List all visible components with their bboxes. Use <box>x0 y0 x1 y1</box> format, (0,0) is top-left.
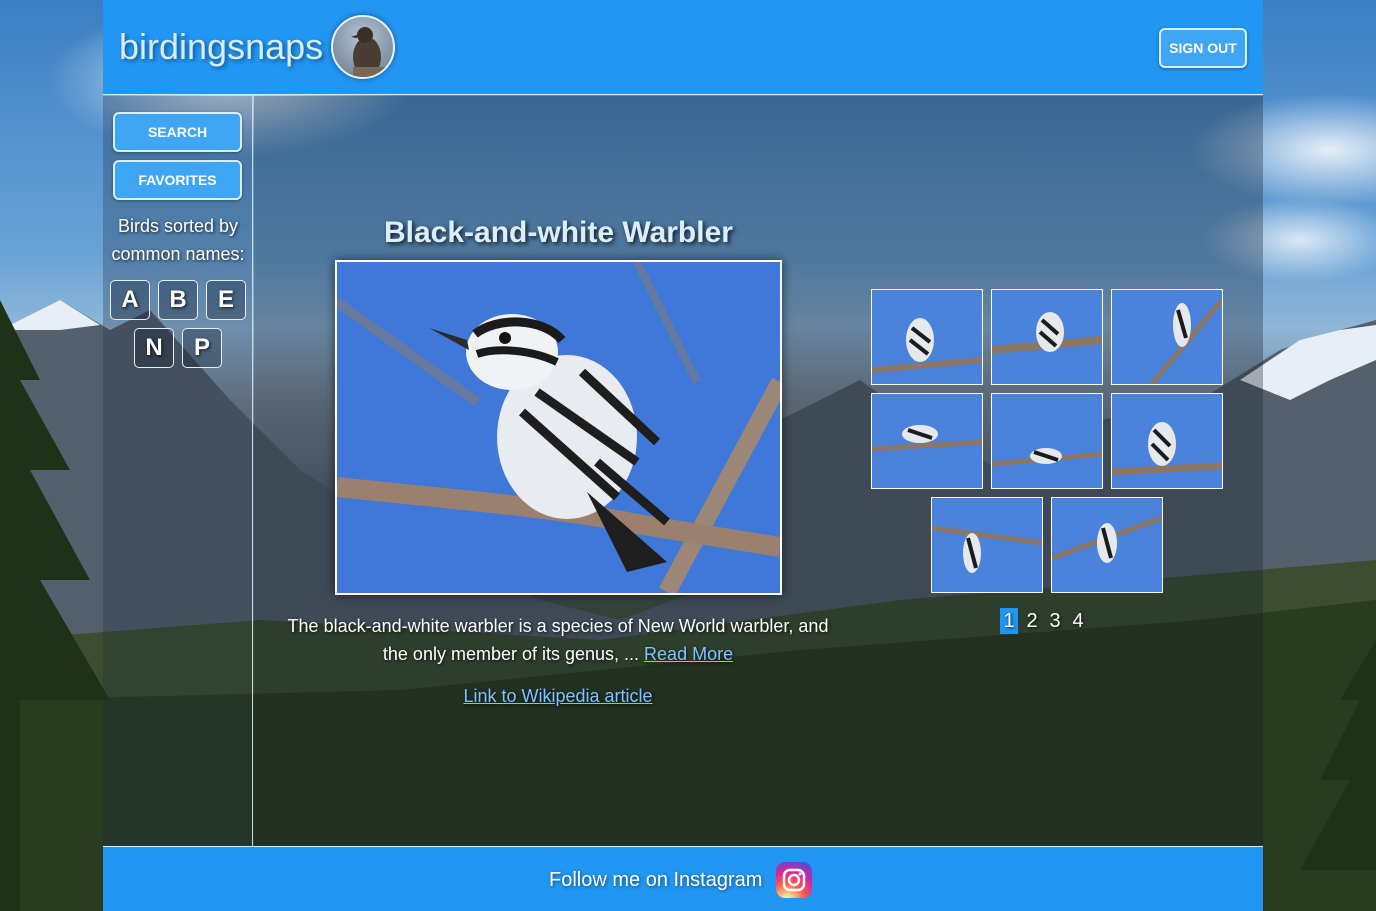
thumbnail-image <box>992 290 1102 384</box>
description-text: The black-and-white warbler is a species… <box>287 616 829 664</box>
instagram-glyph <box>782 868 806 892</box>
warbler-photo <box>337 262 780 593</box>
gallery-thumbnail[interactable] <box>991 393 1103 489</box>
page-button-3[interactable]: 3 <box>1046 608 1064 634</box>
thumbnail-image <box>872 394 982 488</box>
letter-button-e[interactable]: E <box>206 280 246 320</box>
letter-button-a[interactable]: A <box>110 280 150 320</box>
gallery-pagination: 1 2 3 4 <box>1000 608 1087 634</box>
bird-title: Black-and-white Warbler <box>384 216 733 249</box>
thumbnail-image <box>872 290 982 384</box>
thumbnail-image <box>992 394 1102 488</box>
letter-button-n[interactable]: N <box>134 328 174 368</box>
page-button-1[interactable]: 1 <box>1000 608 1018 634</box>
site-logo-text[interactable]: birdingsnaps <box>119 26 323 68</box>
footer-text: Follow me on Instagram <box>549 869 763 891</box>
letter-button-p[interactable]: P <box>182 328 222 368</box>
gallery-thumbnail[interactable] <box>871 289 983 385</box>
gallery-thumbnail[interactable] <box>991 289 1103 385</box>
main-bird-photo[interactable] <box>335 260 782 595</box>
instagram-icon[interactable] <box>776 862 812 898</box>
sidebar: SEARCH FAVORITES Birds sorted by common … <box>103 96 253 846</box>
read-more-link[interactable]: Read More <box>644 644 733 664</box>
page-container: birdingsnaps SIGN OUT SEARCH FAVORITES B… <box>103 0 1263 911</box>
logo-bird-avatar[interactable] <box>331 15 395 79</box>
bird-description: The black-and-white warbler is a species… <box>284 612 832 668</box>
sorted-by-text: Birds sorted by common names: <box>111 216 245 264</box>
letter-button-b[interactable]: B <box>158 280 198 320</box>
sign-out-button[interactable]: SIGN OUT <box>1159 28 1247 68</box>
gallery-thumbnail[interactable] <box>931 497 1043 593</box>
gallery-thumbnail[interactable] <box>1051 497 1163 593</box>
footer: Follow me on Instagram <box>103 846 1263 911</box>
header: birdingsnaps SIGN OUT <box>103 0 1263 95</box>
main-content: Black-and-white Warbler The black-and-wh… <box>254 96 1263 846</box>
gallery-thumbnail[interactable] <box>1111 393 1223 489</box>
favorites-button[interactable]: FAVORITES <box>113 160 242 200</box>
gallery-thumbnail[interactable] <box>871 393 983 489</box>
search-button[interactable]: SEARCH <box>113 112 242 152</box>
page-button-4[interactable]: 4 <box>1069 608 1087 634</box>
bird-avatar-image <box>351 27 387 77</box>
thumbnail-image <box>1112 394 1222 488</box>
thumbnail-image <box>1112 290 1222 384</box>
thumbnail-image <box>1052 498 1162 592</box>
wikipedia-link[interactable]: Link to Wikipedia article <box>254 686 862 707</box>
thumbnail-image <box>932 498 1042 592</box>
gallery-thumbnail[interactable] <box>1111 289 1223 385</box>
page-button-2[interactable]: 2 <box>1023 608 1041 634</box>
